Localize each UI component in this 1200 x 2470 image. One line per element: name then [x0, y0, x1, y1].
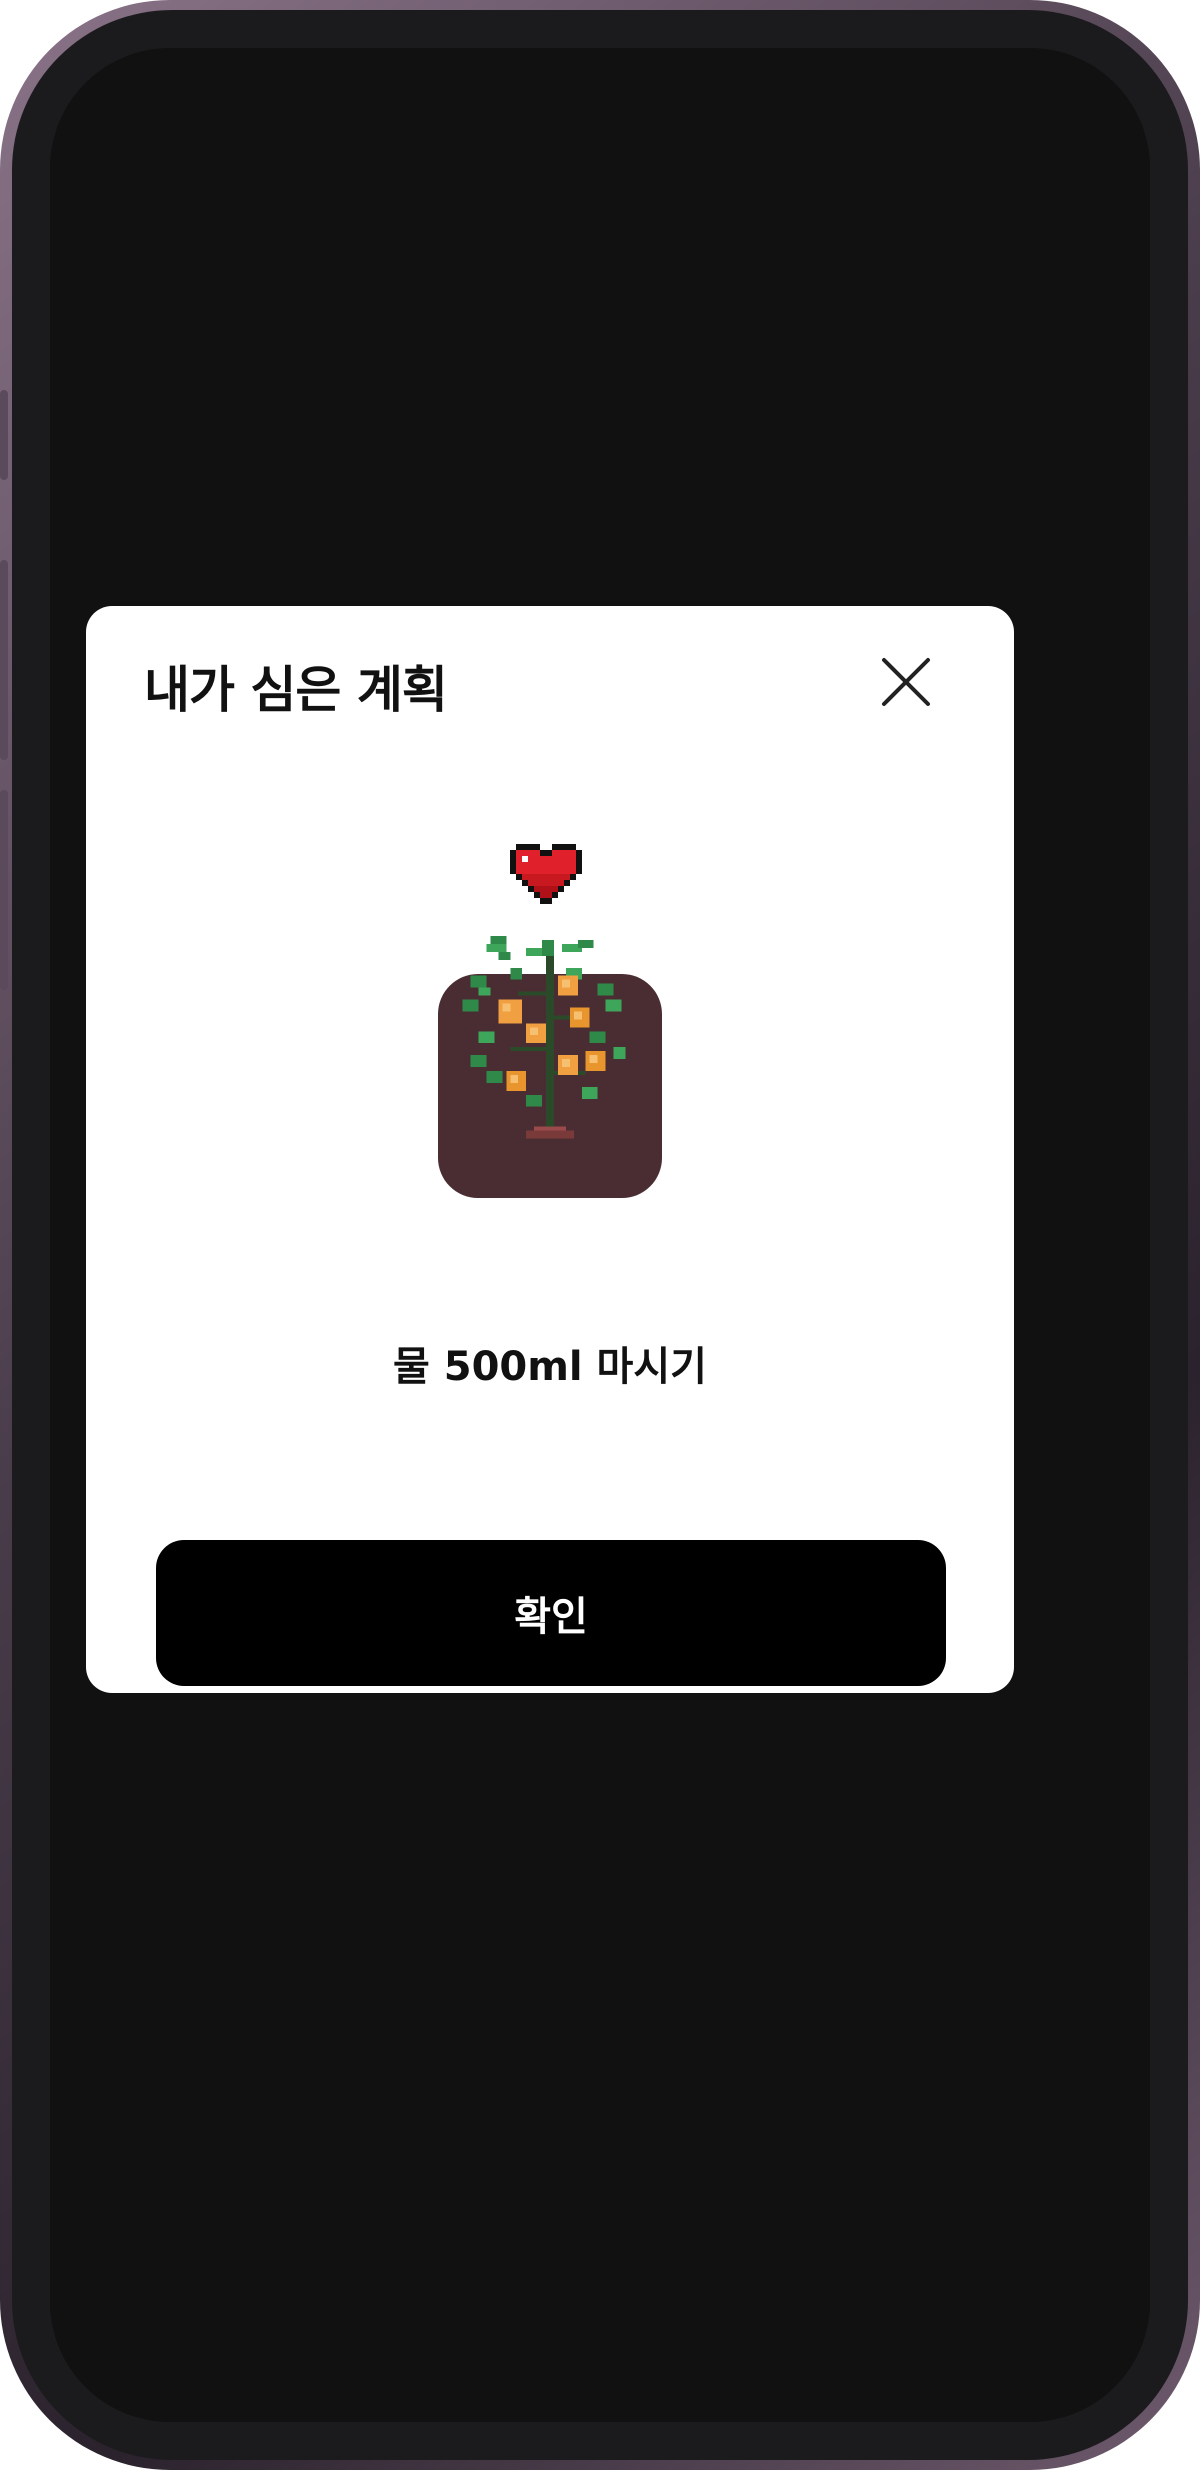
- phone-side-button: [0, 790, 8, 990]
- confirm-button[interactable]: 확인: [156, 1540, 946, 1686]
- plan-text: 물 500ml 마시기: [393, 1344, 707, 1390]
- phone-side-button: [0, 390, 8, 480]
- phone-frame: 내가 심은 계획 물 500ml 마시기 확인: [0, 0, 1200, 2470]
- modal-title: 내가 심은 계획: [144, 661, 448, 719]
- close-button[interactable]: [870, 646, 942, 718]
- plan-modal: 내가 심은 계획 물 500ml 마시기 확인: [86, 606, 1014, 1693]
- phone-side-button: [0, 560, 8, 760]
- heart-icon: [510, 844, 582, 904]
- orange-tree-icon: [462, 936, 626, 1139]
- close-icon: [882, 658, 930, 706]
